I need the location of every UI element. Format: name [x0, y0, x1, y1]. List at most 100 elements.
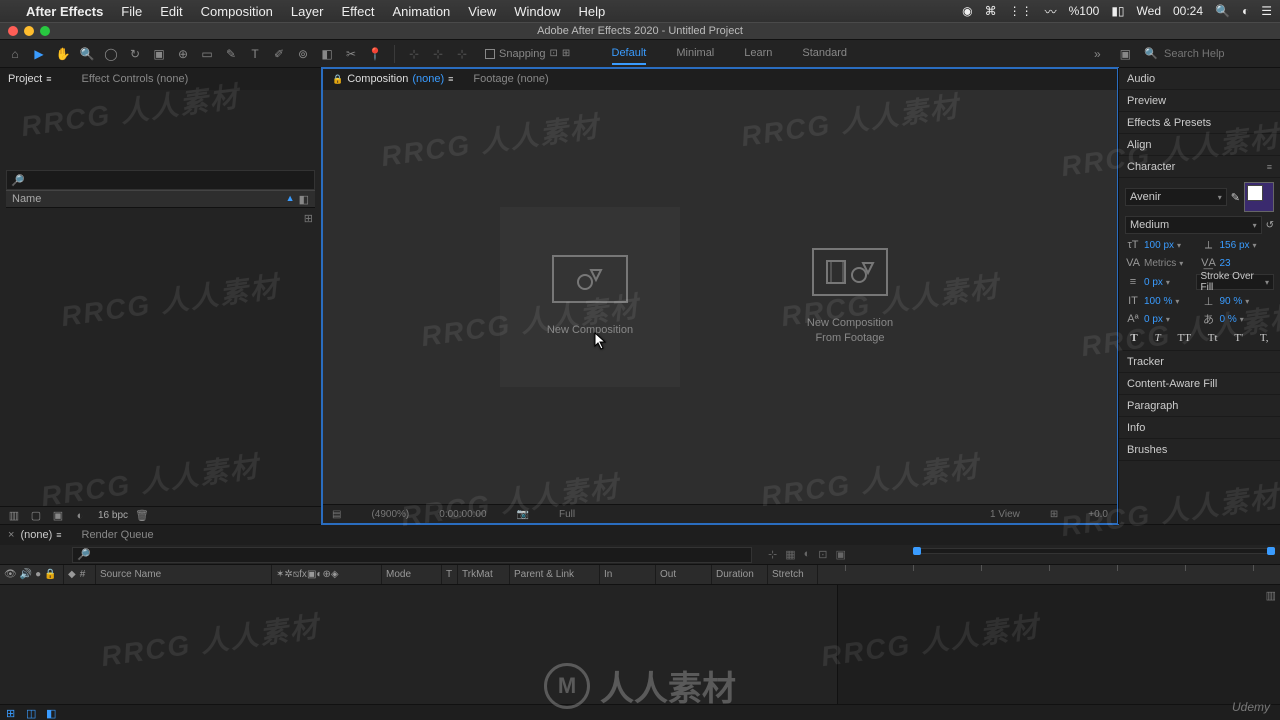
- vscale-value[interactable]: 100 %: [1144, 296, 1172, 307]
- selection-tool[interactable]: ▶: [30, 45, 48, 63]
- viewer-views[interactable]: 1 View: [990, 509, 1020, 520]
- stretch-col[interactable]: Stretch: [768, 565, 818, 584]
- notifications-icon[interactable]: ☰: [1261, 4, 1272, 18]
- camera-tool[interactable]: ▣: [150, 45, 168, 63]
- close-tab-icon[interactable]: ×: [8, 529, 14, 541]
- folder-icon[interactable]: ▢: [28, 509, 44, 523]
- panel-menu-icon[interactable]: ≡: [448, 74, 453, 84]
- viewer-time[interactable]: 0:00:00:00: [439, 509, 486, 520]
- switch-icon[interactable]: fx: [299, 569, 307, 580]
- adjust-icon[interactable]: ◐: [72, 509, 88, 523]
- menu-edit[interactable]: Edit: [160, 4, 182, 19]
- t-col[interactable]: T: [442, 565, 458, 584]
- sort-icon[interactable]: ▲: [286, 193, 295, 206]
- panel-info[interactable]: Info: [1119, 417, 1280, 439]
- app-name[interactable]: After Effects: [26, 4, 103, 19]
- viewer-snapshot-icon[interactable]: 📷: [517, 509, 529, 520]
- workspace-overflow-icon[interactable]: »: [1088, 45, 1106, 63]
- snap-opt1-icon[interactable]: ⊡: [550, 48, 558, 59]
- wifi-icon[interactable]: ⋮⋮: [1009, 4, 1033, 18]
- font-size-value[interactable]: 100 px: [1144, 240, 1174, 251]
- audio-toggle-icon[interactable]: 🔊: [20, 569, 32, 580]
- trkmat-col[interactable]: TrkMat: [458, 565, 510, 584]
- baseline-value[interactable]: 0 px: [1144, 314, 1163, 325]
- nav-start-handle[interactable]: [913, 547, 921, 555]
- kerning-value[interactable]: Metrics: [1144, 258, 1176, 269]
- font-family-select[interactable]: Avenir▾: [1125, 188, 1227, 206]
- faux-bold-button[interactable]: T: [1130, 332, 1137, 344]
- siri-icon[interactable]: ◐: [1242, 4, 1249, 18]
- panel-preview[interactable]: Preview: [1119, 90, 1280, 112]
- tl-opt-icon[interactable]: ▣: [836, 548, 846, 561]
- workspace-standard[interactable]: Standard: [802, 43, 847, 65]
- panel-audio[interactable]: Audio: [1119, 68, 1280, 90]
- nav-end-handle[interactable]: [1267, 547, 1275, 555]
- panel-menu-icon[interactable]: ≡: [1267, 162, 1272, 172]
- num-icon[interactable]: #: [80, 569, 86, 580]
- switch-icon[interactable]: ✶: [276, 569, 284, 580]
- viewer-mag-icon[interactable]: ▤: [332, 509, 341, 520]
- duration-col[interactable]: Duration: [712, 565, 768, 584]
- faux-italic-button[interactable]: T: [1155, 332, 1161, 344]
- interpret-icon[interactable]: ▥: [6, 509, 22, 523]
- in-col[interactable]: In: [600, 565, 656, 584]
- viewer-zoom[interactable]: (4900%): [371, 509, 409, 520]
- viewer-resolution[interactable]: Full: [559, 509, 575, 520]
- project-search[interactable]: 🔎: [6, 170, 315, 190]
- eraser-tool[interactable]: ◧: [318, 45, 336, 63]
- new-composition-from-footage-button[interactable]: New Composition From Footage: [760, 207, 940, 387]
- orbit-tool[interactable]: ◯: [102, 45, 120, 63]
- bpc-label[interactable]: 16 bpc: [98, 510, 128, 521]
- eyedropper-icon[interactable]: ✎: [1231, 191, 1240, 204]
- stroke-width-value[interactable]: 0 px: [1144, 277, 1163, 288]
- switch-icon[interactable]: ◈: [331, 569, 339, 580]
- puppet-tool[interactable]: 📍: [366, 45, 384, 63]
- effect-controls-tab[interactable]: Effect Controls (none): [82, 73, 189, 85]
- viewer-3d-icon[interactable]: ⊞: [1050, 509, 1058, 520]
- source-name-col[interactable]: Source Name: [96, 565, 272, 584]
- out-col[interactable]: Out: [656, 565, 712, 584]
- spotlight-icon[interactable]: 🔍: [1215, 4, 1230, 18]
- solo-toggle-icon[interactable]: ●: [35, 569, 41, 580]
- swap-color-icon[interactable]: ↺: [1266, 220, 1274, 231]
- panel-character[interactable]: Character≡: [1119, 156, 1280, 178]
- toggle-switches-icon[interactable]: ⊞: [6, 707, 18, 719]
- menu-composition[interactable]: Composition: [201, 4, 273, 19]
- video-toggle-icon[interactable]: 👁: [4, 569, 17, 580]
- search-help[interactable]: 🔍: [1144, 47, 1274, 60]
- subscript-button[interactable]: T,: [1260, 332, 1269, 344]
- new-composition-button[interactable]: New Composition: [500, 207, 680, 387]
- brush-tool[interactable]: ✐: [270, 45, 288, 63]
- label-col-icon[interactable]: ◧: [299, 193, 309, 206]
- tl-opt-icon[interactable]: ◐: [804, 548, 811, 561]
- workspace-minimal[interactable]: Minimal: [676, 43, 714, 65]
- superscript-button[interactable]: T': [1234, 332, 1243, 344]
- footage-tab[interactable]: Footage (none): [473, 73, 548, 85]
- battery-icon[interactable]: ▮▯: [1111, 4, 1124, 18]
- panel-align[interactable]: Align: [1119, 134, 1280, 156]
- tl-opt-icon[interactable]: ▦: [785, 548, 795, 561]
- pan-behind-tool[interactable]: ⊕: [174, 45, 192, 63]
- menu-view[interactable]: View: [468, 4, 496, 19]
- type-tool[interactable]: T: [246, 45, 264, 63]
- col-name[interactable]: Name: [12, 193, 41, 205]
- menu-help[interactable]: Help: [578, 4, 605, 19]
- world-axis-icon[interactable]: ⊹: [429, 45, 447, 63]
- workspace-learn[interactable]: Learn: [744, 43, 772, 65]
- panel-menu-icon[interactable]: ≡: [56, 530, 61, 540]
- panel-effects-presets[interactable]: Effects & Presets: [1119, 112, 1280, 134]
- menu-layer[interactable]: Layer: [291, 4, 324, 19]
- trash-icon[interactable]: 🗑: [134, 509, 150, 523]
- local-axis-icon[interactable]: ⊹: [405, 45, 423, 63]
- comp-icon[interactable]: ▣: [50, 509, 66, 523]
- rotate-tool[interactable]: ↻: [126, 45, 144, 63]
- stroke-mode-select[interactable]: Stroke Over Fill▾: [1196, 274, 1275, 290]
- menu-file[interactable]: File: [121, 4, 142, 19]
- home-icon[interactable]: ⌂: [6, 45, 24, 63]
- switch-icon[interactable]: ⊕: [322, 569, 330, 580]
- tsume-value[interactable]: 0 %: [1220, 314, 1237, 325]
- snap-opt2-icon[interactable]: ⊞: [562, 48, 570, 59]
- menu-effect[interactable]: Effect: [341, 4, 374, 19]
- tl-opt-icon[interactable]: ⊡: [818, 548, 827, 561]
- toggle-modes-icon[interactable]: ◫: [26, 707, 38, 719]
